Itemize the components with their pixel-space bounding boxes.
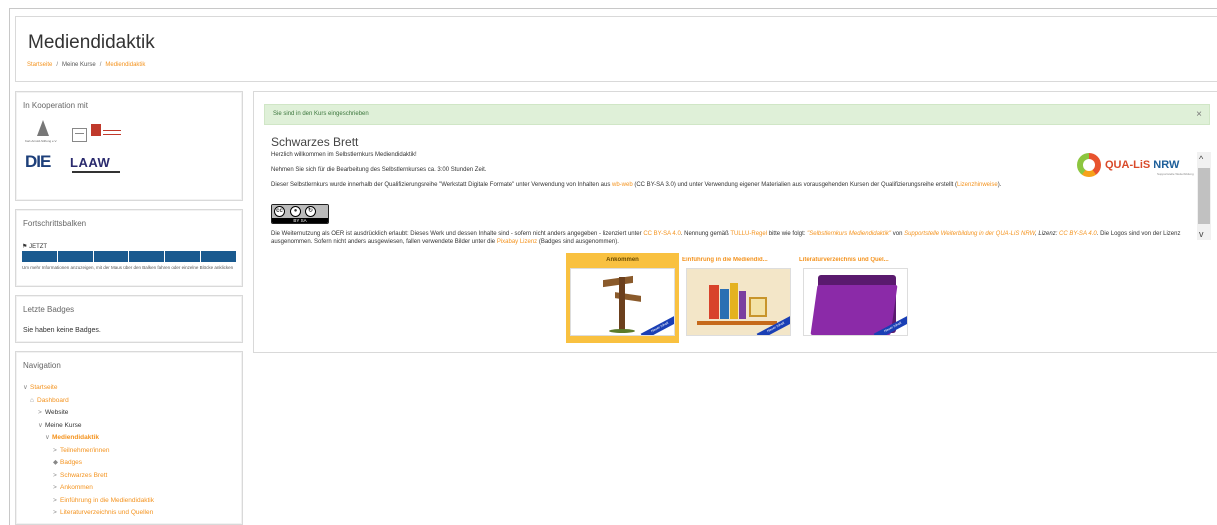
navigation-list: ∨ Startseite ⌂ Dashboard > Website ∨ Meine K… [23, 382, 154, 520]
main-content: Sie sind in den Kurs eingeschrieben × Sc… [253, 91, 1217, 353]
nav-item-badges[interactable]: ◆ Badges [23, 457, 154, 470]
page-title: Mediendidaktik [28, 32, 155, 53]
block-title: Navigation [23, 361, 61, 370]
share-alike-icon: ↻ [305, 206, 316, 217]
progress-segment[interactable] [22, 251, 57, 262]
home-icon: ⌂ [30, 396, 34, 404]
duration-text: Nehmen Sie sich für die Bearbeitung des … [271, 167, 487, 173]
partner-logo-red-text [103, 130, 121, 135]
nav-item-meine-kurse[interactable]: ∨ Meine Kurse [23, 420, 154, 433]
partner-logos: Karl-Arnold-Stiftung e.V. DIE LAAW [25, 120, 150, 180]
folder-icon: Neuer Inhalt [803, 268, 908, 336]
breadcrumb-separator: / [99, 62, 102, 68]
nav-item-einfuehrung[interactable]: > Einführung in die Mediendidaktik [23, 495, 154, 508]
wb-web-link[interactable]: wb-web [612, 182, 633, 188]
cc-by-sa-link[interactable]: CC BY-SA 4.0 [643, 231, 680, 237]
alert-text: Sie sind in den Kurs eingeschrieben [273, 111, 369, 117]
section-title: Schwarzes Brett [271, 135, 359, 149]
welcome-text: Herzlich willkommen im Selbstlernkurs Me… [271, 152, 417, 158]
progress-now-label: ⚑ JETZT [22, 244, 48, 250]
enrolled-alert: Sie sind in den Kurs eingeschrieben × [264, 104, 1210, 125]
tile-literatur[interactable]: Literaturverzeichnis und Quel... Neuer I… [799, 253, 912, 343]
breadcrumb-separator: / [56, 62, 59, 68]
tile-title: Literaturverzeichnis und Quel... [799, 257, 889, 263]
progress-segment[interactable] [57, 251, 93, 262]
die-logo: DIE [25, 152, 51, 171]
cc-by-sa-link-2[interactable]: CC BY-SA 4.0 [1059, 231, 1097, 237]
progress-segment[interactable] [201, 251, 236, 262]
block-title: In Kooperation mit [23, 101, 88, 110]
page-header: Mediendidaktik Startseite / Meine Kurse / Me… [15, 16, 1217, 82]
navigation-block: Navigation ∨ Startseite ⌂ Dashboard > Websi… [15, 351, 243, 525]
progress-bar[interactable] [22, 251, 236, 262]
laaw-logo: LAAW [70, 155, 111, 170]
progress-note: Um mehr Informationen anzuzeigen, mit de… [22, 265, 234, 270]
flag-icon: ⚑ [22, 244, 28, 250]
new-content-ribbon: Neuer Inhalt [640, 315, 674, 335]
laaw-logo-subtext [72, 171, 120, 173]
nav-item-website[interactable]: > Website [23, 407, 154, 420]
badge-icon: ◆ [53, 459, 58, 466]
pixabay-link[interactable]: Pixabay Lizenz [497, 239, 537, 245]
progress-block: Fortschrittsbalken ⚑ JETZT Um mehr Infor… [15, 209, 243, 287]
partner-logo-small [72, 128, 87, 142]
tile-ankommen[interactable]: Ankommen Neuer Inhalt [566, 253, 679, 343]
tile-title: Ankommen [606, 257, 639, 263]
breadcrumb-mediendidaktik[interactable]: Mediendidaktik [105, 62, 145, 68]
course-name-link[interactable]: "Selbstlernkurs Mediendidaktik" [807, 231, 891, 237]
progress-segment[interactable] [165, 251, 201, 262]
content-scrollbar[interactable]: ^ v [1197, 152, 1211, 240]
cc-license-badge[interactable]: cc ● ↻ BY SA [271, 204, 329, 224]
tile-title: Einführung in die Mediendid... [682, 257, 768, 263]
bookshelf-icon: Neuer Inhalt [686, 268, 791, 336]
scrollbar-thumb[interactable] [1198, 168, 1210, 224]
person-icon: ● [290, 206, 301, 217]
nav-item-dashboard[interactable]: ⌂ Dashboard [23, 395, 154, 408]
tullu-link[interactable]: TULLU-Regel [730, 231, 767, 237]
tile-einfuehrung[interactable]: Einführung in die Mediendid... Neuer Inh… [682, 253, 795, 343]
nav-item-teilnehmer[interactable]: > Teilnehmer/innen [23, 445, 154, 458]
nav-item-schwarzes-brett[interactable]: > Schwarzes Brett [23, 470, 154, 483]
lizenzhinweise-link[interactable]: Lizenzhinweise [957, 182, 998, 188]
breadcrumb-startseite[interactable]: Startseite [27, 62, 52, 68]
kas-logo: Karl-Arnold-Stiftung e.V. [25, 120, 59, 148]
cooperation-block: In Kooperation mit Karl-Arnold-Stiftung … [15, 91, 243, 201]
progress-segment[interactable] [93, 251, 129, 262]
badges-text: Sie haben keine Badges. [23, 327, 101, 334]
breadcrumb-meine-kurse[interactable]: Meine Kurse [62, 62, 96, 68]
nav-item-mediendidaktik[interactable]: ∨ Mediendidaktik [23, 432, 154, 445]
breadcrumb: Startseite / Meine Kurse / Mediendidaktik [27, 62, 145, 68]
nav-item-literatur[interactable]: > Literaturverzeichnis und Quellen [23, 507, 154, 520]
qualis-nrw-logo: QUA-LiS NRW Supportstelle Weiterbildung [1077, 151, 1194, 183]
nav-item-ankommen[interactable]: > Ankommen [23, 482, 154, 495]
chevron-up-icon[interactable]: ^ [1199, 154, 1203, 164]
block-title: Letzte Badges [23, 305, 75, 314]
license-text: Die Weiternutzung als OER ist ausdrückli… [271, 231, 1181, 245]
nav-item-startseite[interactable]: ∨ Startseite [23, 382, 154, 395]
new-content-ribbon: Neuer Inhalt [756, 315, 790, 335]
signpost-icon: Neuer Inhalt [570, 268, 675, 336]
chevron-down-icon[interactable]: v [1199, 229, 1204, 239]
origin-text: Dieser Selbstlernkurs wurde innerhalb de… [271, 182, 1002, 188]
block-title: Fortschrittsbalken [23, 219, 87, 228]
badges-block: Letzte Badges Sie haben keine Badges. [15, 295, 243, 343]
progress-segment[interactable] [129, 251, 165, 262]
supportstelle-link[interactable]: Supportstelle Weiterbildung in der QUA-L… [904, 231, 1035, 237]
partner-logo-red [91, 124, 101, 136]
close-icon[interactable]: × [1196, 109, 1202, 120]
